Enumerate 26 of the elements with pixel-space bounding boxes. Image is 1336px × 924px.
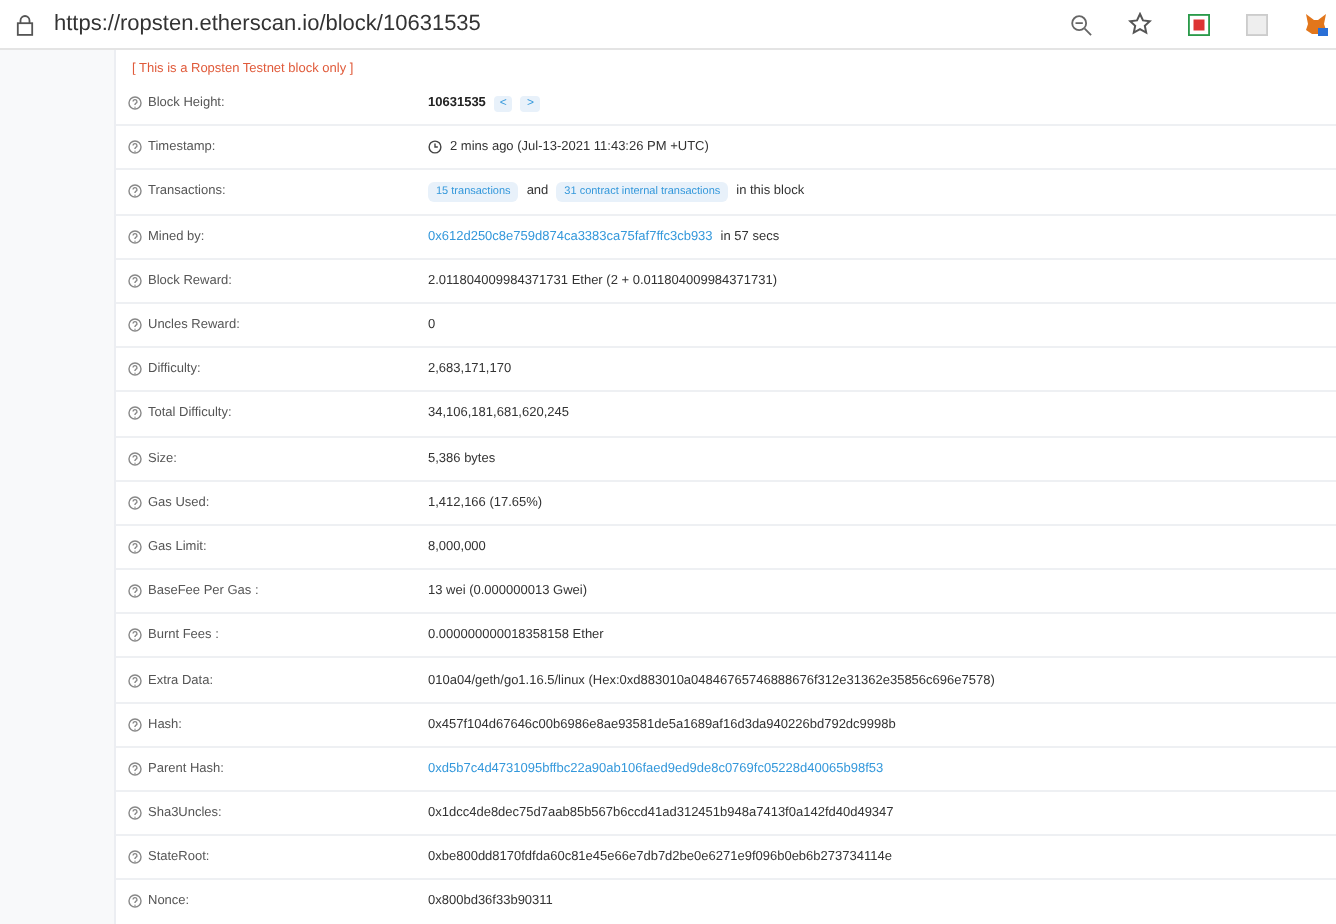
help-icon[interactable] bbox=[128, 495, 142, 510]
help-icon[interactable] bbox=[128, 806, 142, 821]
address-url[interactable]: https://ropsten.etherscan.io/block/10631535 bbox=[54, 12, 481, 36]
extension-icon[interactable] bbox=[1188, 13, 1210, 35]
help-icon[interactable] bbox=[128, 229, 142, 244]
help-icon[interactable] bbox=[128, 584, 142, 599]
help-icon[interactable] bbox=[128, 451, 142, 466]
help-icon[interactable] bbox=[128, 673, 142, 688]
help-icon[interactable] bbox=[128, 273, 142, 288]
zoom-out-icon[interactable] bbox=[1070, 13, 1092, 35]
help-icon[interactable] bbox=[128, 362, 142, 377]
help-icon[interactable] bbox=[128, 717, 142, 732]
fox-icon[interactable] bbox=[1304, 12, 1328, 36]
clock-icon bbox=[428, 140, 442, 155]
help-icon[interactable] bbox=[128, 628, 142, 643]
help-icon[interactable] bbox=[128, 96, 142, 111]
help-icon[interactable] bbox=[128, 318, 142, 333]
help-icon[interactable] bbox=[128, 184, 142, 199]
lock-icon[interactable] bbox=[16, 13, 34, 35]
help-icon[interactable] bbox=[128, 761, 142, 776]
help-icon[interactable] bbox=[128, 850, 142, 865]
help-icon[interactable] bbox=[128, 894, 142, 909]
help-icon[interactable] bbox=[128, 406, 142, 421]
help-icon[interactable] bbox=[128, 539, 142, 554]
help-icon[interactable] bbox=[128, 140, 142, 155]
star-icon[interactable] bbox=[1128, 12, 1152, 36]
